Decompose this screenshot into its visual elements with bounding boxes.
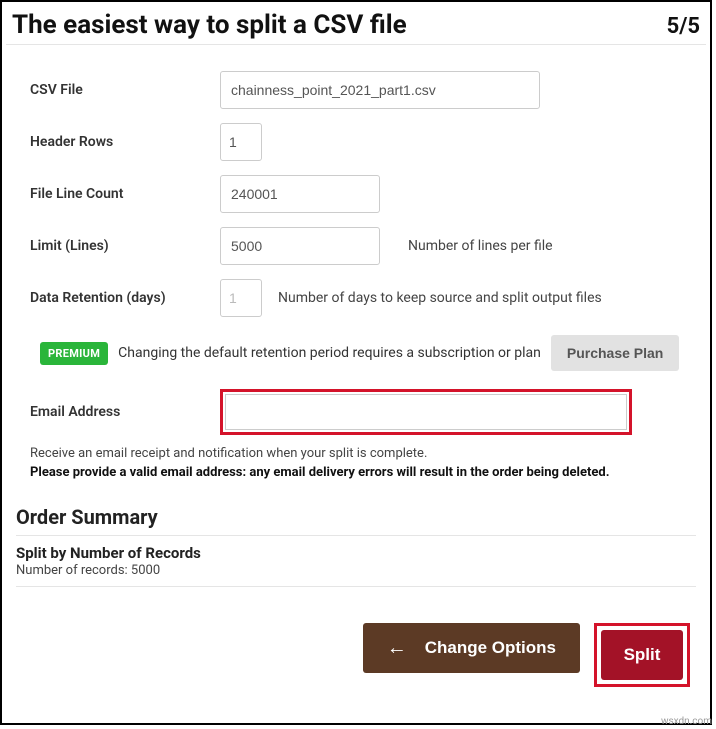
limit-label: Limit (Lines) (30, 238, 220, 254)
premium-text: Changing the default retention period re… (118, 345, 541, 361)
file-line-count-label: File Line Count (30, 186, 220, 202)
summary-subtitle: Number of records: 5000 (16, 563, 696, 578)
split-highlight-box: Split (594, 623, 690, 687)
arrow-left-icon: ← (387, 638, 407, 658)
split-button[interactable]: Split (601, 630, 683, 680)
watermark: wsxdn.com (661, 716, 712, 727)
csv-file-label: CSV File (30, 82, 220, 98)
note-receipt: Receive an email receipt and notificatio… (30, 445, 682, 464)
limit-hint: Number of lines per file (408, 238, 553, 254)
change-options-label: Change Options (425, 638, 556, 658)
retention-input (220, 279, 262, 317)
csv-file-input[interactable] (220, 71, 540, 109)
change-options-button[interactable]: ← Change Options (363, 623, 580, 673)
retention-hint: Number of days to keep source and split … (278, 290, 602, 306)
email-input[interactable] (225, 394, 627, 430)
step-indicator: 5/5 (667, 14, 700, 39)
premium-badge: PREMIUM (40, 342, 108, 365)
limit-input[interactable] (220, 227, 380, 265)
file-line-count-input[interactable] (220, 175, 380, 213)
page-title: The easiest way to split a CSV file (12, 10, 407, 40)
header-rows-label: Header Rows (30, 134, 220, 150)
purchase-plan-button[interactable]: Purchase Plan (551, 335, 680, 371)
retention-label: Data Retention (days) (30, 290, 220, 306)
email-highlight-box (220, 389, 632, 435)
summary-title: Split by Number of Records (16, 544, 696, 562)
header-rows-input[interactable] (220, 123, 262, 161)
email-label: Email Address (30, 404, 220, 420)
note-warning: Please provide a valid email address: an… (30, 464, 682, 483)
order-summary-heading: Order Summary (16, 499, 696, 536)
